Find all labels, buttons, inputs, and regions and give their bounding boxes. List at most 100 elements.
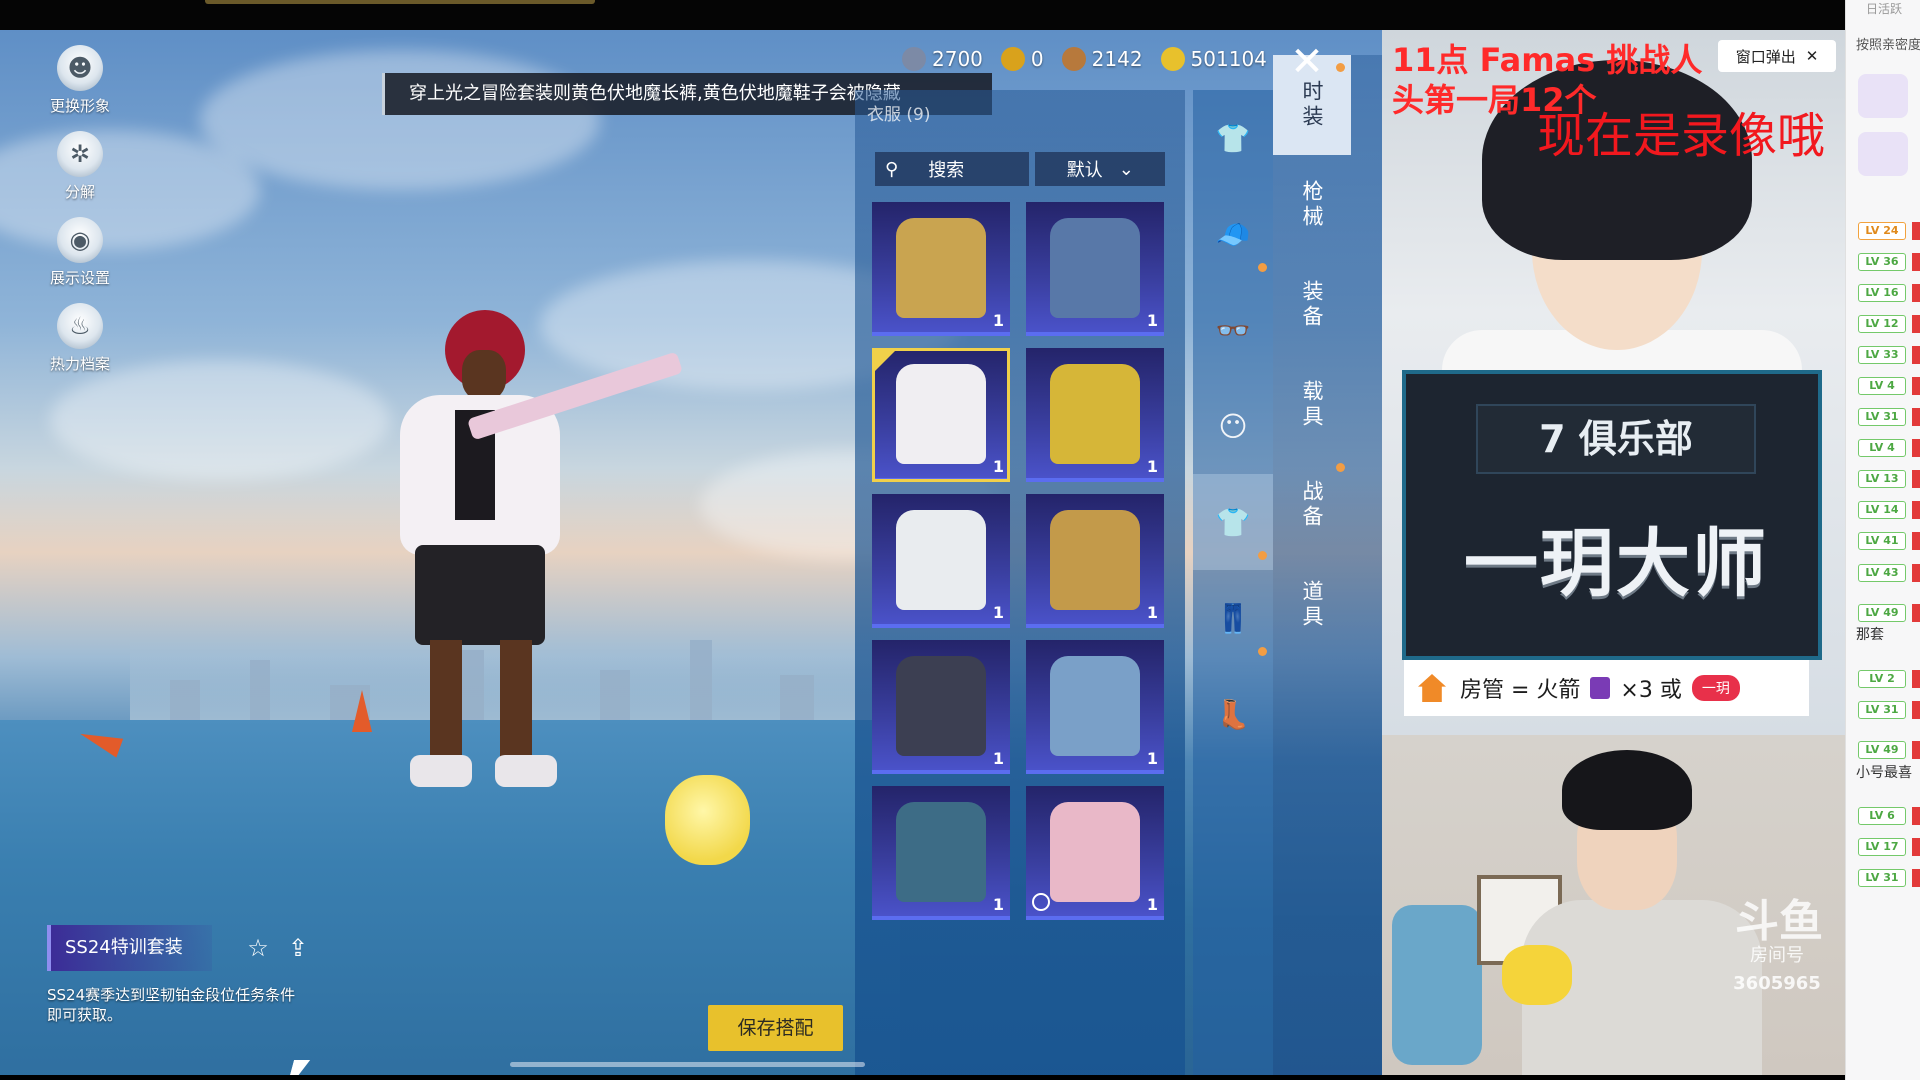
category-clothes[interactable]: 👕 bbox=[1193, 474, 1273, 570]
user-level-badge[interactable]: LV 33 bbox=[1858, 346, 1906, 364]
display-settings-button[interactable]: ◉ 展示设置 bbox=[35, 217, 125, 303]
item-tile-gold-shirt[interactable]: 1 bbox=[1026, 494, 1164, 628]
chat-header: 日活跃 bbox=[1866, 2, 1903, 16]
clock-icon bbox=[1032, 893, 1050, 911]
category-mask[interactable]: 😶 bbox=[1193, 378, 1273, 474]
set-name-label: SS24特训套装 bbox=[47, 925, 212, 971]
user-level-badge[interactable]: LV 4 bbox=[1858, 439, 1906, 457]
chick-pet bbox=[665, 775, 750, 865]
silver-coin-icon bbox=[902, 47, 926, 71]
chat-rule: 按照亲密度 bbox=[1856, 38, 1920, 53]
currency-silver[interactable]: 2700 bbox=[902, 47, 983, 71]
tab-1[interactable]: 枪械 bbox=[1273, 155, 1351, 255]
item-count: 1 bbox=[1146, 749, 1158, 768]
set-description: SS24赛季达到坚韧铂金段位任务条件即可获取。 bbox=[47, 986, 296, 1024]
item-tile-blue-denim-outfit[interactable]: 1 bbox=[1026, 202, 1164, 336]
user-level-badge[interactable]: LV 16 bbox=[1858, 284, 1906, 302]
item-tile-pink-varsity-jacket[interactable]: 1 bbox=[1026, 786, 1164, 920]
user-level-badge[interactable]: LV 49 bbox=[1858, 604, 1906, 622]
popout-window-button[interactable]: 窗口弹出 ✕ bbox=[1718, 40, 1836, 72]
user-level-badge[interactable]: LV 41 bbox=[1858, 532, 1906, 550]
scroll-indicator[interactable] bbox=[510, 1062, 865, 1067]
currency-bronze[interactable]: 2142 bbox=[1061, 47, 1143, 71]
category-outfit[interactable]: 👕 bbox=[1193, 90, 1273, 186]
club-logo: 7 俱乐部 bbox=[1476, 404, 1756, 474]
tab-5[interactable]: 道具 bbox=[1273, 555, 1351, 655]
clothes-icon: 👕 bbox=[1215, 505, 1251, 539]
notification-dot bbox=[1336, 63, 1345, 72]
cap-icon: 🧢 bbox=[1215, 217, 1251, 251]
boots-icon: 👢 bbox=[1215, 697, 1251, 731]
top-fan-avatar[interactable] bbox=[1858, 132, 1908, 176]
user-level-badge[interactable]: LV 43 bbox=[1858, 564, 1906, 582]
user-level-badge[interactable]: LV 14 bbox=[1858, 501, 1906, 519]
item-image bbox=[896, 656, 986, 756]
item-count: 1 bbox=[992, 311, 1004, 330]
user-level-badge[interactable]: LV 4 bbox=[1858, 377, 1906, 395]
user-level-badge[interactable]: LV 31 bbox=[1858, 701, 1906, 719]
item-tile-yellow-black-outfit[interactable]: 1 bbox=[1026, 348, 1164, 482]
favorite-star-icon[interactable]: ☆ bbox=[243, 933, 273, 963]
item-count: 1 bbox=[1146, 311, 1158, 330]
tab-label: 载具 bbox=[1300, 380, 1324, 430]
top-fan-avatar[interactable] bbox=[1858, 74, 1908, 118]
item-tile-pink-blue-jacket-set[interactable]: 1 bbox=[1026, 640, 1164, 774]
tab-4[interactable]: 战备 bbox=[1273, 455, 1351, 555]
player-character[interactable] bbox=[370, 300, 684, 860]
category-pants[interactable]: 👖 bbox=[1193, 570, 1273, 666]
share-icon[interactable]: ⇪ bbox=[283, 933, 313, 963]
item-tile-white-pink-jacket-set[interactable]: 1 bbox=[872, 348, 1010, 482]
fan-badge-mark bbox=[1912, 838, 1920, 856]
fan-badge-mark bbox=[1912, 741, 1920, 759]
outfit-icon: 👕 bbox=[1215, 121, 1251, 155]
user-level-badge[interactable]: LV 49 bbox=[1858, 741, 1906, 759]
user-level-badge[interactable]: LV 13 bbox=[1858, 470, 1906, 488]
club-note: 房管 = 火箭 ×3 或 一玥 bbox=[1404, 660, 1809, 716]
decompose-button[interactable]: ✲ 分解 bbox=[35, 131, 125, 217]
close-button[interactable]: ✕ bbox=[1283, 38, 1331, 86]
currency-gold-badge[interactable]: 0 bbox=[1000, 47, 1044, 71]
save-outfit-button[interactable]: 保存搭配 bbox=[708, 1005, 843, 1051]
currency-lightning[interactable]: 501104 bbox=[1160, 47, 1267, 71]
user-level-badge[interactable]: LV 12 bbox=[1858, 315, 1906, 333]
fan-badge-mark bbox=[1912, 253, 1920, 271]
category-cap[interactable]: 🧢 bbox=[1193, 186, 1273, 282]
user-level-badge[interactable]: LV 31 bbox=[1858, 869, 1906, 887]
user-level-badge[interactable]: LV 2 bbox=[1858, 670, 1906, 688]
left-menu: ☻ 更换形象 ✲ 分解 ◉ 展示设置 ♨ 热力档案 bbox=[35, 45, 125, 389]
item-image bbox=[1050, 510, 1140, 610]
item-count: 1 bbox=[992, 749, 1004, 768]
recording-note: 现在是录像哦 bbox=[1537, 108, 1826, 164]
category-glasses[interactable]: 👓 bbox=[1193, 282, 1273, 378]
item-image bbox=[1050, 218, 1140, 318]
item-image bbox=[896, 802, 986, 902]
fan-badge-mark bbox=[1912, 315, 1920, 333]
item-grid: 1 1 1 1 1 1 1 1 1 1 bbox=[872, 202, 1172, 920]
heat-profile-button[interactable]: ♨ 热力档案 bbox=[35, 303, 125, 389]
tab-2[interactable]: 装备 bbox=[1273, 255, 1351, 355]
user-level-badge[interactable]: LV 36 bbox=[1858, 253, 1906, 271]
close-icon[interactable]: ✕ bbox=[1806, 47, 1819, 65]
category-boots[interactable]: 👢 bbox=[1193, 666, 1273, 762]
fan-badge-mark bbox=[1912, 869, 1920, 887]
user-level-badge[interactable]: LV 17 bbox=[1858, 838, 1906, 856]
change-avatar-button[interactable]: ☻ 更换形象 bbox=[35, 45, 125, 131]
fan-badge-mark bbox=[1912, 670, 1920, 688]
user-level-badge[interactable]: LV 31 bbox=[1858, 408, 1906, 426]
tab-label: 道具 bbox=[1300, 580, 1324, 630]
item-tile-yellow-hoodie[interactable]: 1 bbox=[872, 202, 1010, 336]
item-tile-teal-puffer-jacket[interactable]: 1 bbox=[872, 786, 1010, 920]
tab-label: 枪械 bbox=[1300, 180, 1324, 230]
club-name: 一玥大师 bbox=[1464, 521, 1768, 607]
check-icon bbox=[872, 348, 898, 374]
tab-3[interactable]: 载具 bbox=[1273, 355, 1351, 455]
item-image bbox=[896, 510, 986, 610]
item-tile-white-tracksuit[interactable]: 1 bbox=[872, 494, 1010, 628]
sort-dropdown[interactable]: 默认 ⌄ bbox=[1035, 152, 1165, 186]
user-level-badge[interactable]: LV 6 bbox=[1858, 807, 1906, 825]
search-input[interactable]: ⚲ 搜索 bbox=[875, 152, 1030, 186]
fan-badge-mark bbox=[1912, 564, 1920, 582]
item-tile-dark-armor-suit[interactable]: 1 bbox=[872, 640, 1010, 774]
item-image bbox=[896, 364, 986, 464]
user-level-badge[interactable]: LV 24 bbox=[1858, 222, 1906, 240]
